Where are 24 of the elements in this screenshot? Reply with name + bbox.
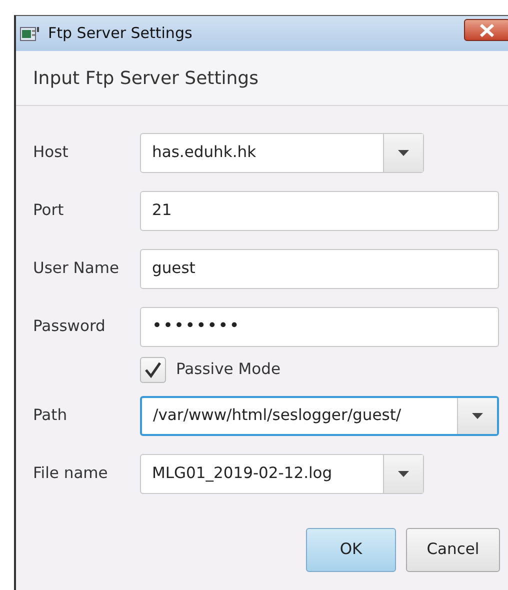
field-label: Port: [33, 200, 65, 222]
check-icon: [144, 361, 162, 379]
password-field[interactable]: ••••••••: [140, 307, 499, 347]
app-icon: [20, 26, 42, 42]
field-label: User Name: [33, 258, 120, 280]
cancel-button[interactable]: Cancel: [406, 528, 500, 572]
caret-icon: [398, 471, 409, 477]
input-field[interactable]: 21: [140, 191, 499, 231]
dropdown-field[interactable]: MLG01_2019-02-12.log: [140, 454, 424, 494]
dropdown-field[interactable]: /var/www/html/seslogger/guest/: [140, 396, 499, 436]
checkbox-label: Passive Mode: [176, 359, 280, 380]
caret-icon: [472, 413, 483, 419]
close-icon: [479, 24, 495, 36]
field-label: Path: [33, 405, 68, 426]
ok-button[interactable]: OK: [306, 528, 396, 572]
dropdown-field[interactable]: has.eduhk.hk: [140, 133, 424, 173]
window-title: Ftp Server Settings: [48, 23, 192, 44]
caret-icon: [398, 150, 409, 156]
field-label: Password: [33, 316, 106, 338]
input-field[interactable]: guest: [140, 249, 499, 289]
field-label: File name: [33, 463, 109, 484]
field-label: Host: [33, 142, 70, 164]
close-button[interactable]: [464, 19, 508, 41]
checkbox[interactable]: [140, 357, 166, 383]
